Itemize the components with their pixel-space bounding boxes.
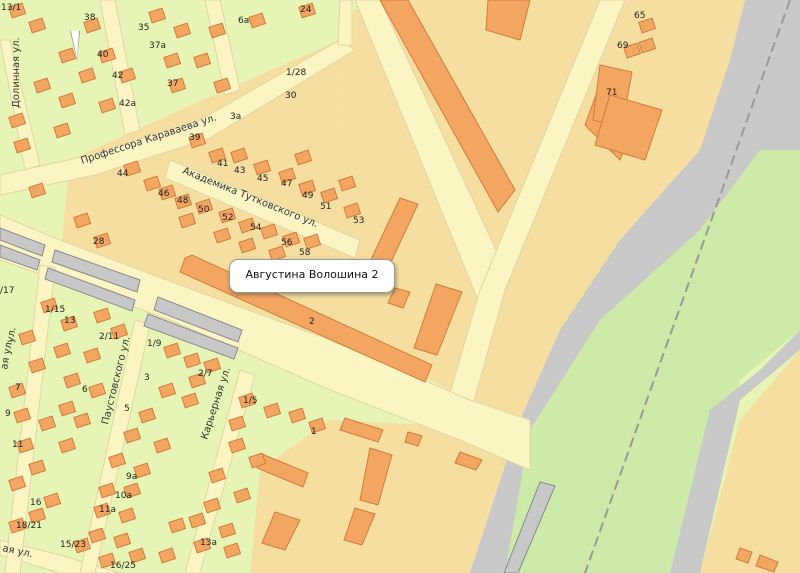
house-number-label: 69 (617, 41, 629, 51)
house-number-label: 2/7 (198, 369, 212, 379)
house-number-label: 56 (281, 238, 293, 248)
house-number-label: 46 (158, 189, 170, 199)
house-number-label: 1/5 (243, 396, 257, 406)
house-number-label: 54 (250, 223, 262, 233)
popup-address-label: Августина Волошина 2 (245, 268, 379, 281)
house-number-label: 2 (309, 317, 315, 327)
map-canvas[interactable]: Профессора Караваева ул. Академика Тутко… (0, 0, 800, 573)
house-number-label: 6 (82, 385, 88, 395)
house-number-label: 13а (200, 538, 217, 548)
house-number-label: 1/15 (45, 305, 65, 315)
house-number-label: 51 (320, 202, 331, 212)
house-number-label: 35 (138, 23, 149, 33)
house-number-label: 30 (285, 91, 297, 101)
house-number-label: 5 (124, 404, 130, 414)
house-number-label: 44 (117, 169, 129, 179)
house-number-label: 1/28 (286, 68, 306, 78)
house-number-label: 41 (217, 159, 228, 169)
house-number-label: 42 (112, 71, 123, 81)
house-number-label: 18/21 (16, 521, 42, 531)
house-number-label: /17 (0, 286, 14, 296)
house-number-label: 2/11 (99, 332, 119, 342)
house-number-label: 1 (311, 427, 317, 437)
house-number-label: 3 (144, 373, 150, 383)
house-number-label: 53 (353, 216, 364, 226)
house-number-label: 42а (119, 99, 136, 109)
house-number-label: 50 (198, 205, 210, 215)
house-number-label: 65 (634, 11, 645, 21)
house-number-label: 9а (126, 472, 137, 482)
house-number-label: 11а (99, 505, 116, 515)
house-number-label: 43 (234, 166, 245, 176)
house-number-label: 24 (300, 5, 312, 15)
house-number-label: 16 (30, 498, 42, 508)
road-north-3 (337, 0, 353, 46)
house-number-label: 16/25 (110, 561, 136, 571)
house-number-label: 10а (115, 491, 132, 501)
house-number-label: 45 (257, 174, 268, 184)
house-number-label: 1/9 (147, 339, 162, 349)
street-label-dolinnaya: Долинная ул. (11, 37, 22, 108)
house-number-label: 58 (299, 248, 311, 258)
house-number-label: 39 (189, 133, 201, 143)
house-number-label: 71 (606, 88, 617, 98)
house-number-label: 48 (177, 196, 189, 206)
house-number-label: 7 (15, 383, 21, 393)
house-number-label: 40 (97, 50, 109, 60)
house-number-label: 15/23 (60, 540, 86, 550)
house-number-label: 38 (84, 13, 96, 23)
house-number-label: 9 (5, 409, 11, 419)
popup-tail (71, 31, 79, 59)
house-number-label: 6а (238, 16, 249, 26)
house-number-label: 13 (64, 316, 75, 326)
house-number-label: 28 (93, 237, 105, 247)
house-number-label: 11 (12, 440, 23, 450)
house-number-label: 13/1 (1, 3, 21, 13)
address-popup[interactable]: Августина Волошина 2 (229, 259, 395, 293)
house-number-label: 3а (230, 112, 241, 122)
house-number-label: 37 (167, 79, 178, 89)
house-number-label: 37а (149, 41, 166, 51)
house-number-label: 52 (222, 213, 233, 223)
house-number-label: 49 (302, 191, 314, 201)
house-number-label: 47 (281, 179, 292, 189)
